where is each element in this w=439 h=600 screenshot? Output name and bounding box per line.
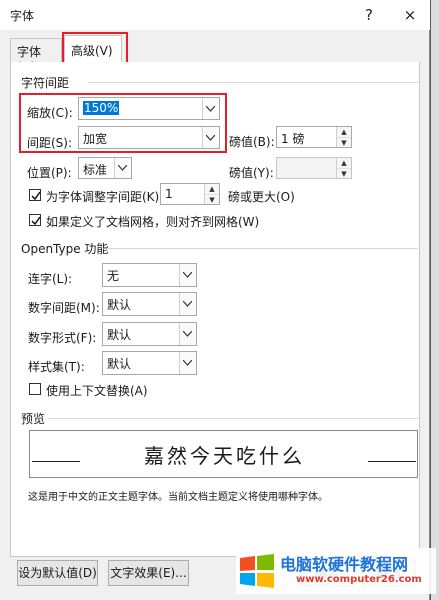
kerning-input[interactable]: 1 ▲ ▼ bbox=[160, 183, 220, 205]
section-divider bbox=[48, 418, 418, 419]
set-default-button[interactable]: 设为默认值(D) bbox=[17, 560, 98, 586]
stylistic-set-label: 样式集(T): bbox=[28, 360, 85, 374]
position-select[interactable]: 标准 bbox=[78, 157, 132, 179]
checkmark-icon bbox=[31, 216, 41, 226]
ligature-value: 无 bbox=[107, 269, 120, 283]
section-character-spacing: 字符间距 bbox=[21, 76, 70, 90]
number-spacing-value: 默认 bbox=[107, 298, 132, 312]
text-effects-button[interactable]: 文字效果(E)... bbox=[108, 560, 189, 586]
number-form-label: 数字形式(F): bbox=[28, 331, 97, 345]
section-preview: 预览 bbox=[21, 412, 46, 426]
position-by-input[interactable]: ▲ ▼ bbox=[276, 157, 352, 179]
spacing-by-value: 1 磅 bbox=[281, 132, 305, 146]
dialog-title: 字体 bbox=[10, 9, 35, 23]
number-spacing-select[interactable]: 默认 bbox=[102, 292, 197, 316]
watermark-url: www.computer26.com bbox=[296, 574, 422, 585]
preview-box: 嘉然今天吃什么 bbox=[29, 430, 418, 478]
section-divider bbox=[108, 248, 418, 249]
spin-arrows-icon[interactable]: ▲ ▼ bbox=[204, 184, 219, 204]
preview-sample: 嘉然今天吃什么 bbox=[144, 444, 305, 468]
grid-checkbox[interactable] bbox=[29, 214, 41, 226]
number-form-select[interactable]: 默认 bbox=[102, 322, 197, 346]
spin-arrows-icon[interactable]: ▲ ▼ bbox=[336, 158, 351, 178]
watermark-brand: 电脑软硬件教程网 bbox=[280, 555, 409, 574]
chevron-down-icon bbox=[179, 352, 196, 374]
spacing-by-label: 磅值(B): bbox=[229, 135, 275, 149]
tab-font[interactable]: 字体(N) bbox=[10, 38, 62, 74]
kerning-suffix: 磅或更大(O) bbox=[228, 190, 295, 204]
section-opentype: OpenType 功能 bbox=[21, 242, 109, 256]
spacing-highlight-box bbox=[19, 93, 227, 153]
chevron-down-icon bbox=[179, 264, 196, 286]
grid-label: 如果定义了文档网格，则对齐到网格(W) bbox=[46, 215, 260, 229]
position-by-label: 磅值(Y): bbox=[229, 166, 274, 180]
checkmark-icon bbox=[31, 191, 41, 201]
close-button[interactable]: × bbox=[398, 4, 422, 26]
ligature-label: 连字(L): bbox=[28, 272, 73, 286]
chevron-down-icon bbox=[179, 323, 196, 345]
kerning-label: 为字体调整字间距(K): bbox=[46, 190, 164, 204]
kerning-value: 1 bbox=[165, 187, 173, 201]
number-form-value: 默认 bbox=[107, 328, 132, 342]
watermark: 电脑软硬件教程网 www.computer26.com bbox=[236, 548, 436, 594]
position-label: 位置(P): bbox=[27, 166, 72, 180]
section-divider bbox=[88, 82, 418, 83]
contextual-checkbox[interactable] bbox=[29, 383, 41, 395]
contextual-label: 使用上下文替换(A) bbox=[46, 384, 148, 398]
spacing-by-input[interactable]: 1 磅 ▲ ▼ bbox=[276, 126, 352, 148]
stylistic-set-value: 默认 bbox=[107, 357, 132, 371]
position-value: 标准 bbox=[83, 163, 108, 177]
background-document bbox=[431, 0, 439, 600]
spin-arrows-icon[interactable]: ▲ ▼ bbox=[336, 127, 351, 147]
chevron-down-icon bbox=[179, 293, 196, 315]
chevron-down-icon bbox=[114, 158, 131, 178]
tab-highlight-box bbox=[62, 32, 128, 65]
kerning-checkbox[interactable] bbox=[29, 189, 41, 201]
stylistic-set-select[interactable]: 默认 bbox=[102, 351, 197, 375]
help-button[interactable]: ? bbox=[357, 4, 381, 26]
ligature-select[interactable]: 无 bbox=[102, 263, 197, 287]
number-spacing-label: 数字间距(M): bbox=[28, 301, 100, 315]
preview-note: 这是用于中文的正文主题字体。当前文档主题定义将使用哪种字体。 bbox=[28, 492, 328, 503]
windows-logo-icon bbox=[240, 554, 274, 588]
